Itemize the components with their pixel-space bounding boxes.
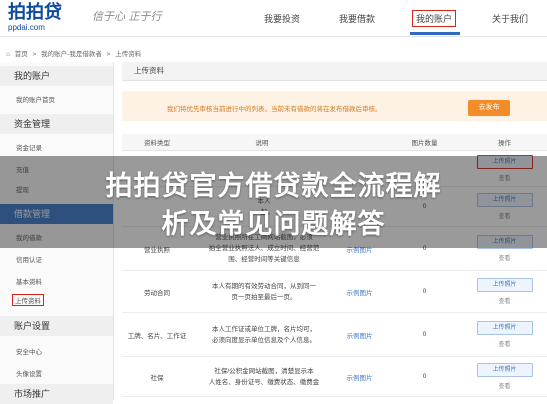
action-cell: 上传照片 查看 [462,270,547,313]
nav-about[interactable]: 关于我们 [492,12,528,25]
doc-description: 本人工作证或单位工牌，名片均可， 必须向度显示单位信息及个人信息。 [192,312,332,357]
view-link[interactable]: 查看 [463,296,546,305]
doc-description-line: 页一页拍至最后一页。 [231,293,297,301]
sample-image-link[interactable]: 示例图片 [332,312,387,357]
slogan: 信于心 正于行 [92,10,162,23]
column-header-count: 图片数量 [387,134,462,151]
notice-banner: 我们将优先审核当前进行中的列表，当前未有借款的将在发布借款后审核。 去发布 [122,91,547,121]
view-link[interactable]: 查看 [463,253,546,262]
view-link[interactable]: 查看 [463,339,546,348]
column-header-actions: 操作 [462,134,547,151]
doc-description-line: 必须向度显示单位信息及个人信息。 [212,336,316,344]
breadcrumb-home[interactable]: 首页 [15,51,28,58]
sidebar-item-security[interactable]: 安全中心 [16,346,42,356]
nav-my-account[interactable]: 我的账户 [412,10,457,27]
breadcrumb-separator: > [32,51,37,58]
sidebar-section-funds[interactable]: 资金管理 [0,114,113,134]
sidebar-section-my-account[interactable]: 我的账户 [0,66,113,86]
sidebar-item-account-home[interactable]: 我的账户首页 [16,94,55,104]
notice-text: 我们将优先审核当前进行中的列表，当前未有借款的将在发布借款后审核。 [167,106,382,113]
top-header: 拍拍贷 ppdai.com 信于心 正于行 我要投资 我要借款 我的账户 关于我… [0,0,547,37]
sidebar-section-settings[interactable]: 账户设置 [0,316,113,336]
doc-type: 社保 [122,356,192,397]
panel-title: 上传资料 [122,62,547,81]
table-row: 社保 社保/公积金网站截图，清楚显示本 人姓名、身份证号、缴费状态、缴费金 示例… [122,356,547,397]
overlay-title-line: 析及常见问题解答 [161,209,386,240]
doc-description-line: 社保/公积金网站截图，清楚显示本 [214,367,314,375]
sidebar-item-upload-docs[interactable]: 上传资料 [12,294,44,306]
sidebar-item-fund-records[interactable]: 资金记录 [16,142,42,152]
nav-active-indicator [410,32,460,35]
sidebar-item-credit-auth[interactable]: 信用认证 [16,254,42,264]
action-cell: 上传照片 查看 [462,356,547,397]
doc-description: 社保/公积金网站截图，清楚显示本 人姓名、身份证号、缴费状态、缴费金 [192,356,332,397]
column-header-description: 说明 [192,134,332,151]
table-row: 劳动合同 本人有期的有效劳动合同，从到同一 页一页拍至最后一页。 示例图片 0 … [122,270,547,313]
column-header-sample [332,134,387,151]
overlay-title-line: 拍拍贷官方借贷款全流程解 [105,171,442,202]
doc-description-line: 本人有期的有效劳动合同，从到同一 [212,282,316,290]
breadcrumb-separator: > [106,51,111,58]
sidebar-item-basic-info[interactable]: 基本资料 [16,276,42,286]
column-header-type: 资料类型 [122,134,192,151]
nav-borrow[interactable]: 我要借款 [339,12,375,25]
sidebar-item-avatar[interactable]: 头像设置 [16,368,42,378]
table-row: 工牌、名片、工作证 本人工作证或单位工牌，名片均可， 必须向度显示单位信息及个人… [122,312,547,357]
title-overlay: 拍拍贷官方借贷款全流程解 析及常见问题解答 [0,156,547,248]
sidebar-section-promotion[interactable]: 市场推广 [0,384,113,404]
home-icon: ⌂ [6,51,10,58]
upload-photo-button[interactable]: 上传照片 [476,363,533,377]
image-count: 0 [387,356,462,397]
doc-description-line: 本人工作证或单位工牌，名片均可， [212,325,316,333]
doc-description-line: 围、经营时间等关键信息 [228,256,300,263]
doc-type: 工牌、名片、工作证 [122,312,192,357]
breadcrumb-current: 上传资料 [115,51,142,58]
breadcrumb: ⌂ 首页 > 我的账户-我是借款者 > 上传资料 [6,48,144,58]
sample-image-link[interactable]: 示例图片 [332,270,387,313]
upload-photo-button[interactable]: 上传照片 [476,278,533,292]
doc-description: 本人有期的有效劳动合同，从到同一 页一页拍至最后一页。 [192,270,332,313]
doc-type: 劳动合同 [122,270,192,313]
sample-image-link[interactable]: 示例图片 [332,356,387,397]
doc-description-line: 人姓名、身份证号、缴费状态、缴费金 [208,378,320,386]
upload-photo-button[interactable]: 上传照片 [476,321,533,335]
view-link[interactable]: 查看 [463,381,546,390]
table-header-row: 资料类型 说明 图片数量 操作 [122,134,547,151]
logo-url: ppdai.com [8,23,45,32]
logo-text: 拍拍贷 [8,2,62,23]
nav-invest[interactable]: 我要投资 [264,12,300,25]
image-count: 0 [387,312,462,357]
action-cell: 上传照片 查看 [462,312,547,357]
breadcrumb-account[interactable]: 我的账户-我是借款者 [41,51,102,58]
site-logo[interactable]: 拍拍贷 ppdai.com [8,2,62,33]
publish-button[interactable]: 去发布 [468,100,510,116]
image-count: 0 [387,270,462,313]
